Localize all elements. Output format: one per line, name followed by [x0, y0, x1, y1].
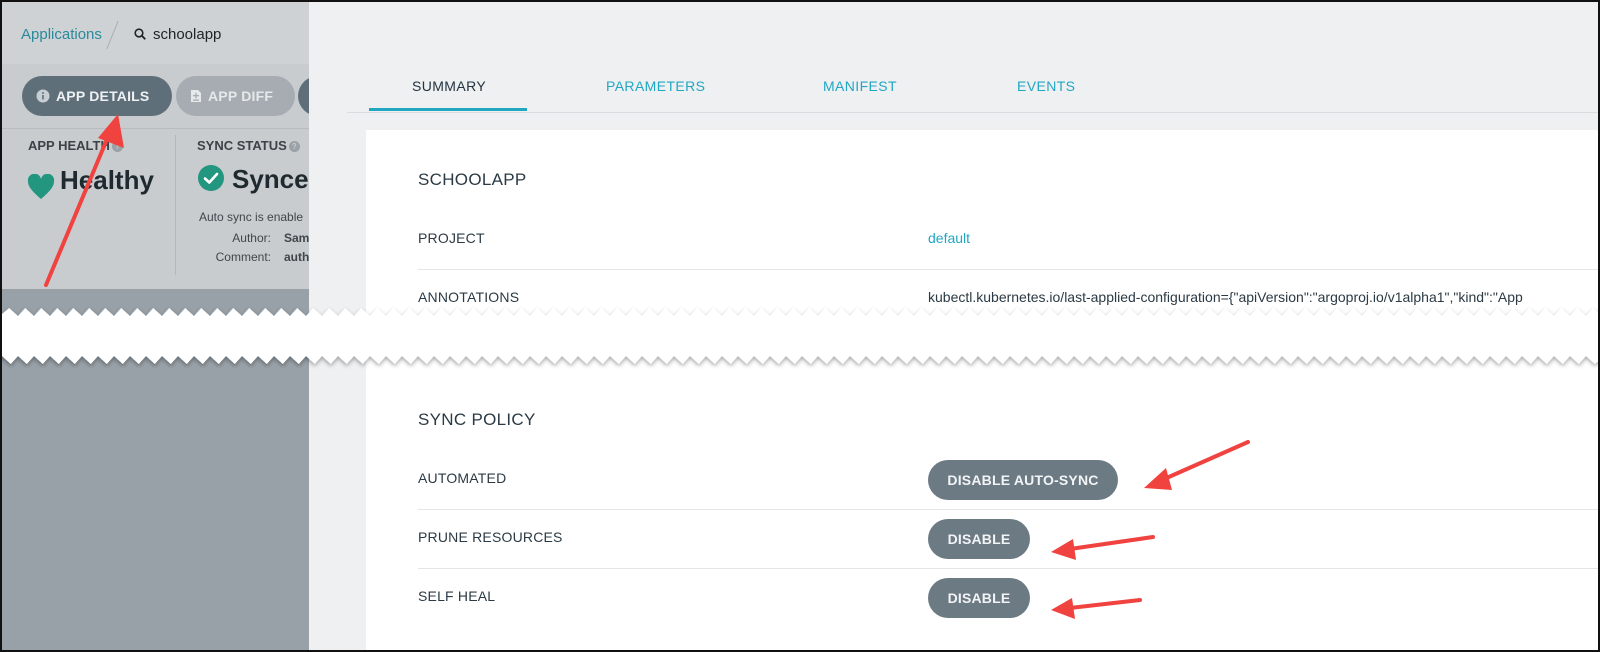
heart-icon — [27, 174, 55, 199]
breadcrumb-app-name: schoolapp — [153, 26, 222, 43]
tab-parameters[interactable]: PARAMETERS — [606, 78, 705, 94]
tab-summary[interactable]: SUMMARY — [412, 78, 486, 94]
disable-self-heal-button[interactable]: DISABLE — [928, 578, 1030, 618]
disable-prune-button[interactable]: DISABLE — [928, 519, 1030, 559]
summary-title: SCHOOLAPP — [418, 170, 527, 189]
project-label: PROJECT — [418, 230, 485, 246]
top-bar: Applications schoolapp — [2, 2, 309, 64]
file-diff-icon — [191, 90, 201, 102]
app-health-value: Healthy — [60, 165, 154, 195]
app-health-label: APP HEALTH — [28, 138, 110, 153]
screenshot-frame: Applications schoolapp APP DETAILS APP D… — [0, 0, 1600, 652]
prune-resources-label: PRUNE RESOURCES — [418, 529, 563, 545]
breadcrumb-separator — [106, 20, 119, 50]
disable-self-heal-label: DISABLE — [947, 590, 1011, 606]
project-link[interactable]: default — [928, 230, 970, 246]
self-heal-label: SELF HEAL — [418, 588, 496, 604]
disable-prune-label: DISABLE — [947, 531, 1011, 547]
app-toolbar: APP DETAILS APP DIFF — [2, 64, 309, 129]
info-icon — [36, 89, 50, 103]
tab-events[interactable]: EVENTS — [1017, 78, 1075, 94]
prune-resources-row: PRUNE RESOURCES DISABLE — [418, 509, 1598, 569]
summary-card: SCHOOLAPP PROJECT default ANNOTATIONS ku… — [366, 130, 1598, 650]
author-key: Author: — [232, 231, 271, 245]
search-icon — [134, 28, 146, 40]
sync-policy-title: SYNC POLICY — [418, 410, 536, 429]
help-icon[interactable]: ? — [111, 141, 123, 152]
sync-status-value: Synced — [232, 164, 309, 194]
sync-status-heading: SYNC STATUS? — [197, 138, 300, 153]
breadcrumb-applications-link[interactable]: Applications — [21, 26, 102, 43]
check-circle-icon — [198, 165, 224, 191]
next-toolbar-button[interactable] — [298, 76, 309, 116]
auto-sync-note: Auto sync is enable — [199, 210, 304, 224]
help-icon[interactable]: ? — [288, 141, 300, 152]
active-tab-indicator — [369, 108, 527, 111]
disable-auto-sync-label: DISABLE AUTO-SYNC — [947, 472, 1099, 488]
app-diff-button[interactable]: APP DIFF — [176, 76, 295, 116]
automated-label: AUTOMATED — [418, 470, 507, 486]
app-health-heading: APP HEALTH? — [28, 138, 123, 153]
project-row: PROJECT default — [418, 210, 1598, 270]
disable-auto-sync-button[interactable]: DISABLE AUTO-SYNC — [928, 460, 1118, 500]
sync-status-label: SYNC STATUS — [197, 138, 287, 153]
self-heal-row: SELF HEAL DISABLE — [418, 568, 1598, 627]
comment-key: Comment: — [215, 250, 271, 264]
torn-paper-divider — [2, 308, 1598, 364]
comment-value: auth — [284, 250, 309, 264]
details-tabs: SUMMARY PARAMETERS MANIFEST EVENTS — [347, 64, 1598, 113]
app-details-label: APP DETAILS — [56, 88, 150, 104]
status-panel: APP HEALTH? Healthy SYNC STATUS? Synced … — [2, 129, 309, 289]
app-diff-label: APP DIFF — [208, 88, 274, 104]
automated-row: AUTOMATED DISABLE AUTO-SYNC — [418, 450, 1598, 510]
tab-manifest[interactable]: MANIFEST — [823, 78, 897, 94]
status-divider — [175, 135, 176, 275]
author-value: Sam — [284, 231, 309, 245]
app-details-button[interactable]: APP DETAILS — [22, 76, 172, 116]
